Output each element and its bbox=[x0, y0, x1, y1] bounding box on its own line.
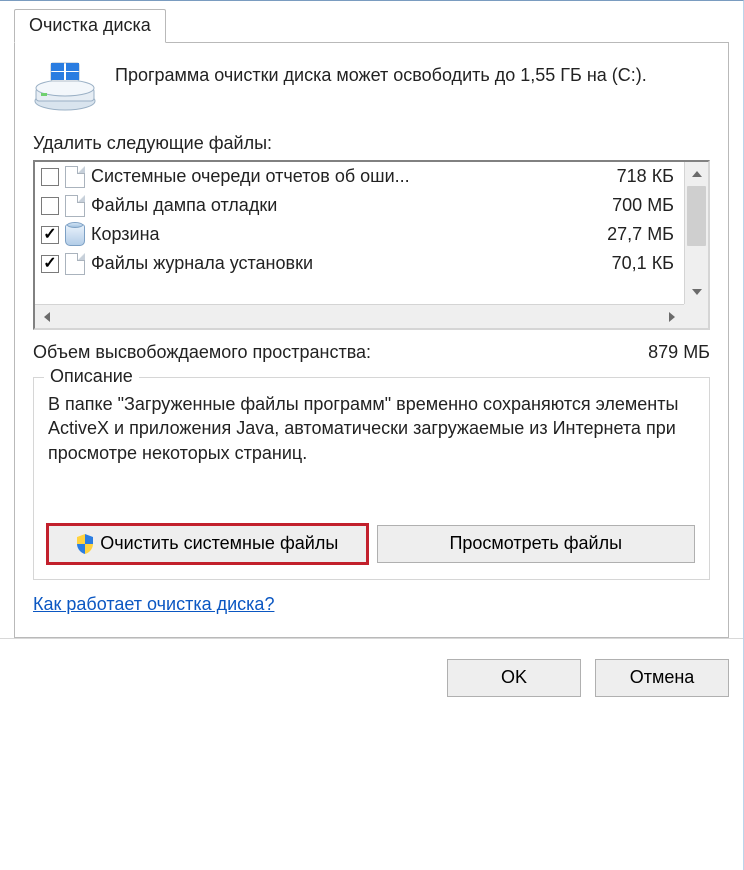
description-group: Описание В папке "Загруженные файлы прог… bbox=[33, 377, 710, 580]
description-buttons: Очистить системные файлы Просмотреть фай… bbox=[48, 525, 695, 563]
view-files-button[interactable]: Просмотреть файлы bbox=[377, 525, 696, 563]
intro-text: Программа очистки диска может освободить… bbox=[115, 61, 647, 87]
file-size: 27,7 МБ bbox=[607, 224, 678, 245]
clean-system-files-label: Очистить системные файлы bbox=[100, 533, 338, 554]
scroll-right-icon[interactable] bbox=[660, 305, 684, 328]
list-item[interactable]: Системные очереди отчетов об оши... 718 … bbox=[35, 162, 684, 191]
file-name: Файлы дампа отладки bbox=[91, 195, 606, 216]
file-name: Файлы журнала установки bbox=[91, 253, 606, 274]
scroll-down-icon[interactable] bbox=[685, 280, 708, 304]
list-item[interactable]: Файлы журнала установки 70,1 КБ bbox=[35, 249, 684, 278]
disk-cleanup-dialog: Очистка диска Программа очистки диска мо… bbox=[0, 1, 743, 870]
file-size: 70,1 КБ bbox=[612, 253, 678, 274]
view-files-label: Просмотреть файлы bbox=[449, 533, 622, 554]
description-text: В папке "Загруженные файлы программ" вре… bbox=[48, 392, 695, 465]
checkbox[interactable] bbox=[41, 226, 59, 244]
scroll-track[interactable] bbox=[59, 305, 660, 328]
intro-row: Программа очистки диска может освободить… bbox=[33, 61, 710, 113]
description-legend: Описание bbox=[44, 366, 139, 387]
scroll-thumb[interactable] bbox=[687, 186, 706, 246]
list-item[interactable]: Файлы дампа отладки 700 МБ bbox=[35, 191, 684, 220]
document-icon bbox=[65, 253, 85, 275]
checkbox[interactable] bbox=[41, 255, 59, 273]
freed-space-label: Объем высвобождаемого пространства: bbox=[33, 342, 371, 363]
checkbox[interactable] bbox=[41, 168, 59, 186]
vertical-scrollbar[interactable] bbox=[684, 162, 708, 304]
uac-shield-icon bbox=[76, 534, 94, 554]
scroll-track[interactable] bbox=[685, 186, 708, 280]
recycle-bin-icon bbox=[65, 224, 85, 246]
list-item[interactable]: Корзина 27,7 МБ bbox=[35, 220, 684, 249]
scroll-corner bbox=[684, 304, 708, 328]
file-list: Системные очереди отчетов об оши... 718 … bbox=[33, 160, 710, 330]
ok-button[interactable]: OK bbox=[447, 659, 581, 697]
file-name: Корзина bbox=[91, 224, 601, 245]
file-size: 718 КБ bbox=[617, 166, 678, 187]
horizontal-scrollbar[interactable] bbox=[35, 304, 684, 328]
freed-space-row: Объем высвобождаемого пространства: 879 … bbox=[33, 342, 710, 363]
document-icon bbox=[65, 195, 85, 217]
document-icon bbox=[65, 166, 85, 188]
file-name: Системные очереди отчетов об оши... bbox=[91, 166, 611, 187]
file-list-label: Удалить следующие файлы: bbox=[33, 133, 710, 154]
file-size: 700 МБ bbox=[612, 195, 678, 216]
clean-system-files-button[interactable]: Очистить системные файлы bbox=[48, 525, 367, 563]
cancel-button[interactable]: Отмена bbox=[595, 659, 729, 697]
dialog-button-bar: OK Отмена bbox=[0, 638, 743, 697]
freed-space-value: 879 МБ bbox=[648, 342, 710, 363]
list-item-empty bbox=[35, 278, 684, 304]
scroll-up-icon[interactable] bbox=[685, 162, 708, 186]
tab-strip: Очистка диска bbox=[14, 7, 729, 43]
file-list-inner: Системные очереди отчетов об оши... 718 … bbox=[35, 162, 684, 304]
tab-disk-cleanup[interactable]: Очистка диска bbox=[14, 9, 166, 43]
scroll-left-icon[interactable] bbox=[35, 305, 59, 328]
disk-drive-icon bbox=[33, 61, 97, 113]
checkbox[interactable] bbox=[41, 197, 59, 215]
help-link[interactable]: Как работает очистка диска? bbox=[33, 594, 274, 615]
tab-panel: Программа очистки диска может освободить… bbox=[14, 43, 729, 638]
